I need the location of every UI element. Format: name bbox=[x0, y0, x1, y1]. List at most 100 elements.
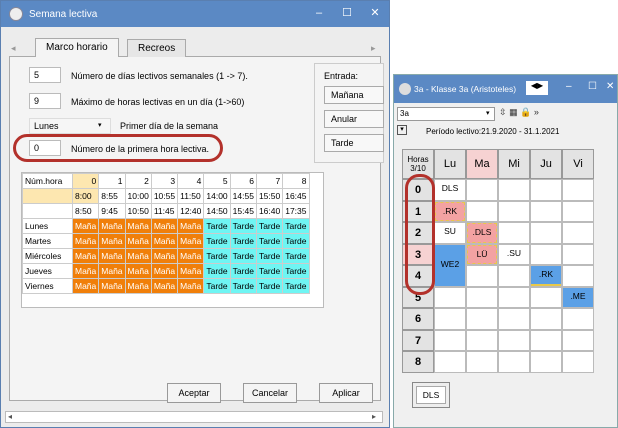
tarde-button[interactable]: Tarde bbox=[324, 134, 384, 152]
timetable-cell[interactable] bbox=[530, 222, 562, 244]
tab-marco-horario[interactable]: Marco horario bbox=[35, 38, 119, 58]
afternoon-cell[interactable]: Tarde bbox=[229, 248, 257, 264]
timetable-cell[interactable] bbox=[530, 351, 562, 373]
timetable-cell[interactable] bbox=[530, 308, 562, 330]
morning-cell[interactable]: Maña bbox=[150, 263, 179, 279]
afternoon-cell[interactable]: Tarde bbox=[282, 278, 310, 294]
afternoon-cell[interactable]: Tarde bbox=[282, 218, 310, 234]
afternoon-cell[interactable]: Tarde bbox=[255, 233, 284, 249]
aplicar-button[interactable]: Aplicar bbox=[319, 383, 373, 403]
timetable-cell[interactable] bbox=[434, 308, 466, 330]
nav-prev-next-icon[interactable]: ◀▶ bbox=[526, 81, 548, 95]
timetable-cell[interactable] bbox=[562, 200, 594, 222]
lesson-lu[interactable]: LÜ bbox=[467, 244, 497, 264]
timetable-cell[interactable] bbox=[498, 351, 530, 373]
afternoon-cell[interactable]: Tarde bbox=[282, 233, 310, 249]
morning-cell[interactable]: Maña bbox=[177, 278, 205, 294]
bottom-tab-dls[interactable]: DLS bbox=[416, 386, 446, 404]
morning-cell[interactable]: Maña bbox=[98, 278, 126, 294]
timetable-cell[interactable] bbox=[530, 179, 562, 201]
afternoon-cell[interactable]: Tarde bbox=[282, 263, 310, 279]
timetable-cell[interactable] bbox=[466, 329, 498, 351]
collapse-icon[interactable]: ▾ bbox=[397, 125, 407, 135]
lesson-su-2[interactable]: .SU bbox=[499, 244, 529, 264]
morning-cell[interactable]: Maña bbox=[177, 218, 205, 234]
lesson-rk[interactable]: .RK bbox=[435, 201, 465, 221]
minimize-icon[interactable]: – bbox=[305, 1, 333, 27]
lesson-rk-2[interactable]: .RK bbox=[531, 266, 561, 286]
scroll-right-icon[interactable]: ▸ bbox=[372, 412, 376, 421]
morning-cell[interactable]: Maña bbox=[150, 218, 179, 234]
timetable-cell[interactable] bbox=[466, 200, 498, 222]
timetable-cell[interactable] bbox=[498, 222, 530, 244]
morning-cell[interactable]: Maña bbox=[71, 278, 100, 294]
timetable-cell[interactable] bbox=[434, 329, 466, 351]
timetable-cell[interactable] bbox=[434, 286, 466, 308]
maximize-icon-2[interactable]: ☐ bbox=[588, 81, 597, 92]
morning-cell[interactable]: Maña bbox=[124, 218, 152, 234]
horizontal-scrollbar[interactable]: ◂ ▸ bbox=[5, 411, 383, 423]
afternoon-cell[interactable]: Tarde bbox=[203, 218, 231, 234]
timetable-cell[interactable] bbox=[562, 243, 594, 265]
afternoon-cell[interactable]: Tarde bbox=[203, 278, 231, 294]
timetable-cell[interactable] bbox=[562, 329, 594, 351]
max-hours-input[interactable]: 9 bbox=[29, 93, 61, 109]
timetable-cell[interactable] bbox=[498, 179, 530, 201]
timetable-cell[interactable] bbox=[434, 351, 466, 373]
class-select[interactable]: 3a ▾ bbox=[397, 107, 495, 121]
afternoon-cell[interactable]: Tarde bbox=[203, 233, 231, 249]
morning-cell[interactable]: Maña bbox=[177, 263, 205, 279]
afternoon-cell[interactable]: Tarde bbox=[229, 218, 257, 234]
close-icon-2[interactable]: ✕ bbox=[606, 81, 614, 92]
grid-icon[interactable]: ▦ bbox=[509, 107, 518, 117]
lesson-dls-2[interactable]: .DLS bbox=[467, 223, 497, 243]
manana-button[interactable]: Mañana bbox=[324, 86, 384, 104]
first-day-select[interactable]: Lunes ▾ bbox=[29, 118, 111, 134]
days-per-week-input[interactable]: 5 bbox=[29, 67, 61, 83]
timetable-cell[interactable] bbox=[466, 286, 498, 308]
morning-cell[interactable]: Maña bbox=[150, 248, 179, 264]
morning-cell[interactable]: Maña bbox=[124, 278, 152, 294]
timetable-cell[interactable] bbox=[498, 286, 530, 308]
timetable-cell[interactable] bbox=[466, 308, 498, 330]
stepper-icon[interactable]: ⇳ bbox=[499, 107, 507, 117]
morning-cell[interactable]: Maña bbox=[124, 233, 152, 249]
timetable-cell[interactable] bbox=[530, 243, 562, 265]
timetable-cell[interactable] bbox=[498, 200, 530, 222]
more-icon[interactable]: » bbox=[534, 107, 539, 117]
morning-cell[interactable]: Maña bbox=[98, 248, 126, 264]
timetable-cell[interactable] bbox=[466, 351, 498, 373]
lock-icon[interactable]: 🔒 bbox=[520, 107, 531, 117]
afternoon-cell[interactable]: Tarde bbox=[229, 278, 257, 294]
morning-cell[interactable]: Maña bbox=[124, 263, 152, 279]
timetable-cell[interactable] bbox=[562, 179, 594, 201]
afternoon-cell[interactable]: Tarde bbox=[255, 263, 284, 279]
morning-cell[interactable]: Maña bbox=[98, 233, 126, 249]
lesson-dls[interactable]: DLS bbox=[435, 180, 465, 200]
timetable-cell[interactable] bbox=[498, 265, 530, 287]
timetable-cell[interactable] bbox=[498, 308, 530, 330]
aceptar-button[interactable]: Aceptar bbox=[167, 383, 221, 403]
morning-cell[interactable]: Maña bbox=[124, 248, 152, 264]
timetable-cell[interactable] bbox=[466, 265, 498, 287]
close-icon[interactable]: ✕ bbox=[361, 1, 389, 27]
cancelar-button[interactable]: Cancelar bbox=[243, 383, 297, 403]
morning-cell[interactable]: Maña bbox=[71, 248, 100, 264]
morning-cell[interactable]: Maña bbox=[71, 263, 100, 279]
afternoon-cell[interactable]: Tarde bbox=[203, 263, 231, 279]
afternoon-cell[interactable]: Tarde bbox=[229, 263, 257, 279]
timetable-cell[interactable] bbox=[530, 286, 562, 308]
anular-button[interactable]: Anular bbox=[324, 110, 384, 128]
timetable-cell[interactable] bbox=[562, 351, 594, 373]
afternoon-cell[interactable]: Tarde bbox=[255, 278, 284, 294]
lesson-me[interactable]: .ME bbox=[563, 287, 593, 307]
scroll-left-icon[interactable]: ◂ bbox=[8, 412, 12, 421]
morning-cell[interactable]: Maña bbox=[98, 263, 126, 279]
timetable-cell[interactable] bbox=[530, 200, 562, 222]
toolbar-icons[interactable]: ⇳ ▦ 🔒 » bbox=[499, 107, 539, 118]
timetable-cell[interactable] bbox=[498, 329, 530, 351]
afternoon-cell[interactable]: Tarde bbox=[255, 248, 284, 264]
timetable-cell[interactable] bbox=[530, 329, 562, 351]
morning-cell[interactable]: Maña bbox=[98, 218, 126, 234]
minimize-icon-2[interactable]: – bbox=[566, 81, 572, 92]
